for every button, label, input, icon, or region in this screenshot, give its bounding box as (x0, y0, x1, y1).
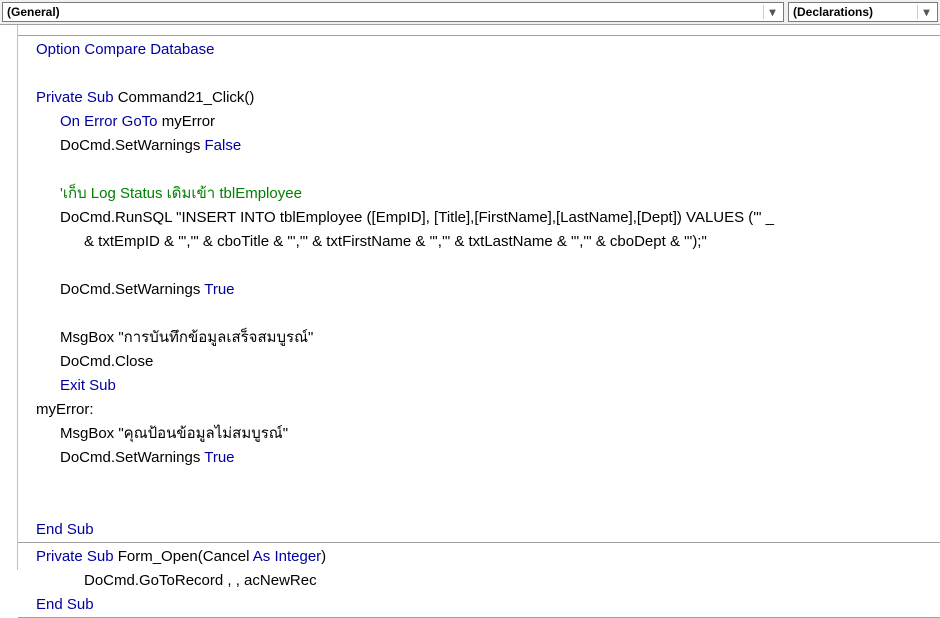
code-text: Private Sub (36, 548, 118, 565)
dropdown-bar: (General) ▾ (Declarations) ▾ (0, 0, 940, 25)
code-area: Option Compare Database Private Sub Comm… (0, 25, 940, 570)
chevron-down-icon: ▾ (763, 5, 779, 19)
code-text: End Sub (36, 521, 94, 538)
code-text: DoCmd.GoToRecord , , acNewRec (84, 572, 317, 589)
object-dropdown[interactable]: (General) ▾ (2, 2, 784, 22)
code-text: True (204, 281, 234, 298)
code-text: & txtEmpID & "','" & cboTitle & "','" & … (84, 233, 707, 250)
chevron-down-icon: ▾ (917, 5, 933, 19)
code-comment: 'เก็บ Log Status เดิมเข้า tblEmployee (60, 185, 302, 202)
object-dropdown-label: (General) (7, 5, 763, 19)
code-text: True (204, 449, 234, 466)
procedure-dropdown-label: (Declarations) (793, 5, 917, 19)
code-text: MsgBox "คุณป้อนข้อมูลไม่สมบูรณ์" (60, 425, 288, 442)
code-text: DoCmd.SetWarnings (60, 137, 205, 154)
code-text: DoCmd.SetWarnings (60, 281, 204, 298)
separator (18, 35, 940, 36)
code-text: Private Sub (36, 89, 118, 106)
code-editor[interactable]: Option Compare Database Private Sub Comm… (18, 25, 940, 570)
code-text: As Integer (253, 548, 321, 565)
code-text: Exit Sub (60, 377, 116, 394)
code-text: MsgBox "การบันทึกข้อมูลเสร็จสมบูรณ์" (60, 329, 313, 346)
code-text: myError: (36, 401, 94, 418)
code-text: Command21_Click() (118, 89, 255, 106)
code-text: myError (162, 113, 215, 130)
code-text: Option Compare Database (36, 41, 214, 58)
code-text: End Sub (36, 596, 94, 613)
code-text: ) (321, 548, 326, 565)
code-text: DoCmd.SetWarnings (60, 449, 204, 466)
procedure-dropdown[interactable]: (Declarations) ▾ (788, 2, 938, 22)
code-text: DoCmd.RunSQL "INSERT INTO tblEmployee ([… (60, 209, 774, 226)
separator (18, 542, 940, 543)
code-text: Form_Open(Cancel (118, 548, 253, 565)
gutter (0, 25, 18, 570)
code-text: DoCmd.Close (60, 353, 153, 370)
code-text: False (205, 137, 242, 154)
code-text: On Error GoTo (60, 113, 162, 130)
